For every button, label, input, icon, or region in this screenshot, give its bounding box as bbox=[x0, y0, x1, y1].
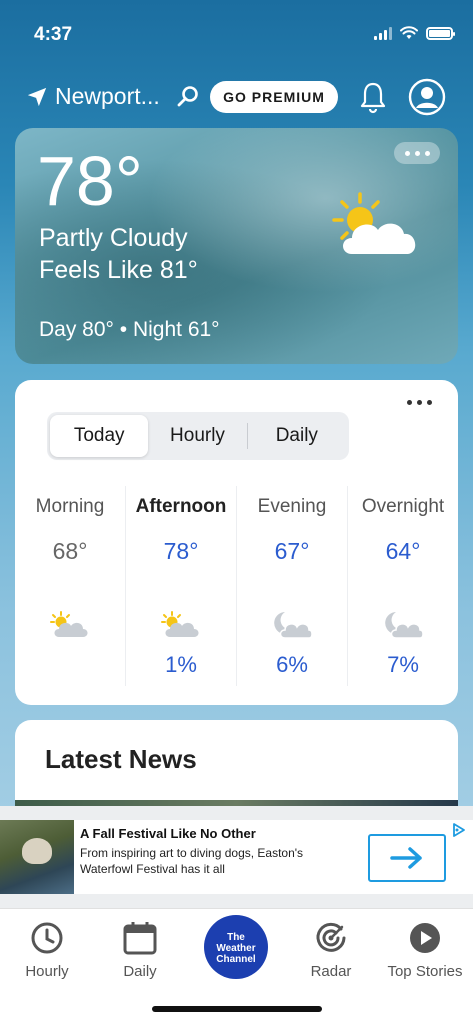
profile-icon[interactable] bbox=[408, 78, 446, 116]
period-name: Morning bbox=[35, 496, 105, 517]
period-temp: 64° bbox=[385, 538, 421, 564]
header: Newport... GO PREMIUM bbox=[0, 78, 473, 118]
forecast-card: Today Hourly Daily Morning 68° Afternoon… bbox=[15, 380, 458, 705]
period-precip: 1% bbox=[165, 652, 197, 677]
status-bar: 4:37 bbox=[0, 0, 473, 60]
period-temp: 68° bbox=[52, 538, 88, 564]
period-morning[interactable]: Morning 68° bbox=[15, 486, 125, 686]
period-name: Overnight bbox=[361, 496, 445, 517]
period-evening[interactable]: Evening 67° 6% bbox=[236, 486, 347, 686]
tab-daily-nav[interactable]: Daily bbox=[95, 921, 185, 980]
partly-cloudy-moon-icon bbox=[274, 612, 313, 639]
bottom-tab-bar: Hourly Daily The Weather Channel Radar T… bbox=[0, 908, 473, 1024]
wifi-icon bbox=[400, 26, 418, 39]
partly-cloudy-sun-icon bbox=[50, 611, 88, 637]
status-icons bbox=[374, 26, 455, 40]
feels-like: Feels Like 81° bbox=[39, 256, 198, 284]
more-options-button[interactable] bbox=[394, 142, 440, 164]
location-arrow-icon[interactable] bbox=[26, 86, 48, 108]
tab-daily[interactable]: Daily bbox=[248, 415, 346, 457]
home-indicator bbox=[152, 1006, 322, 1012]
play-icon bbox=[410, 923, 440, 953]
battery-icon bbox=[426, 26, 455, 40]
tab-label: Daily bbox=[123, 963, 157, 980]
tab-label: Radar bbox=[310, 963, 352, 980]
ad-arrow-button[interactable] bbox=[368, 834, 446, 882]
ad-text[interactable]: From inspiring art to diving dogs, Easto… bbox=[80, 845, 350, 877]
ad-image[interactable] bbox=[0, 820, 74, 894]
tab-label: Hourly bbox=[25, 963, 69, 980]
period-afternoon[interactable]: Afternoon 78° 1% bbox=[125, 486, 236, 686]
clock-icon bbox=[31, 922, 63, 954]
logo-line: Channel bbox=[216, 953, 256, 965]
location-name[interactable]: Newport... bbox=[55, 83, 160, 110]
ad-banner: A Fall Festival Like No Other From inspi… bbox=[0, 806, 473, 908]
cellular-signal-icon bbox=[374, 26, 392, 40]
go-premium-button[interactable]: GO PREMIUM bbox=[210, 81, 338, 113]
partly-cloudy-moon-icon bbox=[385, 612, 424, 639]
ad-title[interactable]: A Fall Festival Like No Other bbox=[80, 826, 256, 841]
weather-channel-logo[interactable]: The Weather Channel bbox=[204, 915, 268, 979]
more-options-button[interactable] bbox=[407, 400, 432, 405]
tab-radar-nav[interactable]: Radar bbox=[286, 921, 376, 980]
search-icon[interactable] bbox=[176, 85, 200, 109]
tab-top-stories-nav[interactable]: Top Stories bbox=[380, 921, 470, 980]
radar-icon bbox=[316, 922, 346, 952]
partly-cloudy-sun-icon bbox=[161, 611, 199, 637]
tab-label: Top Stories bbox=[387, 963, 463, 980]
logo-line: Weather bbox=[216, 942, 256, 954]
partly-cloudy-sun-icon bbox=[332, 192, 416, 254]
tab-hourly-nav[interactable]: Hourly bbox=[2, 921, 92, 980]
period-name: Evening bbox=[257, 496, 327, 517]
arrow-right-icon bbox=[390, 847, 422, 869]
tab-today[interactable]: Today bbox=[50, 415, 149, 457]
adchoices-icon[interactable] bbox=[451, 822, 467, 838]
current-conditions-card[interactable]: 78° Partly Cloudy Feels Like 81° Day 80°… bbox=[15, 128, 458, 364]
period-temp: 78° bbox=[163, 538, 199, 564]
forecast-tabs: Today Hourly Daily bbox=[47, 412, 349, 460]
day-night-temps: Day 80° • Night 61° bbox=[39, 318, 220, 341]
calendar-icon bbox=[123, 922, 157, 955]
period-overnight[interactable]: Overnight 64° 7% bbox=[347, 486, 458, 686]
period-precip: 7% bbox=[387, 652, 419, 677]
tab-hourly[interactable]: Hourly bbox=[148, 415, 246, 457]
logo-line: The bbox=[227, 931, 245, 943]
latest-news-title: Latest News bbox=[45, 744, 197, 774]
current-temperature: 78° bbox=[37, 142, 143, 220]
current-condition: Partly Cloudy bbox=[39, 224, 188, 252]
bell-icon[interactable] bbox=[358, 80, 388, 114]
period-temp: 67° bbox=[274, 538, 310, 564]
forecast-periods: Morning 68° Afternoon 78° 1% Evening 67°… bbox=[15, 486, 458, 686]
ad-content[interactable]: A Fall Festival Like No Other From inspi… bbox=[0, 820, 473, 894]
period-precip: 6% bbox=[276, 652, 308, 677]
status-time: 4:37 bbox=[34, 24, 73, 45]
period-name: Afternoon bbox=[135, 496, 227, 517]
